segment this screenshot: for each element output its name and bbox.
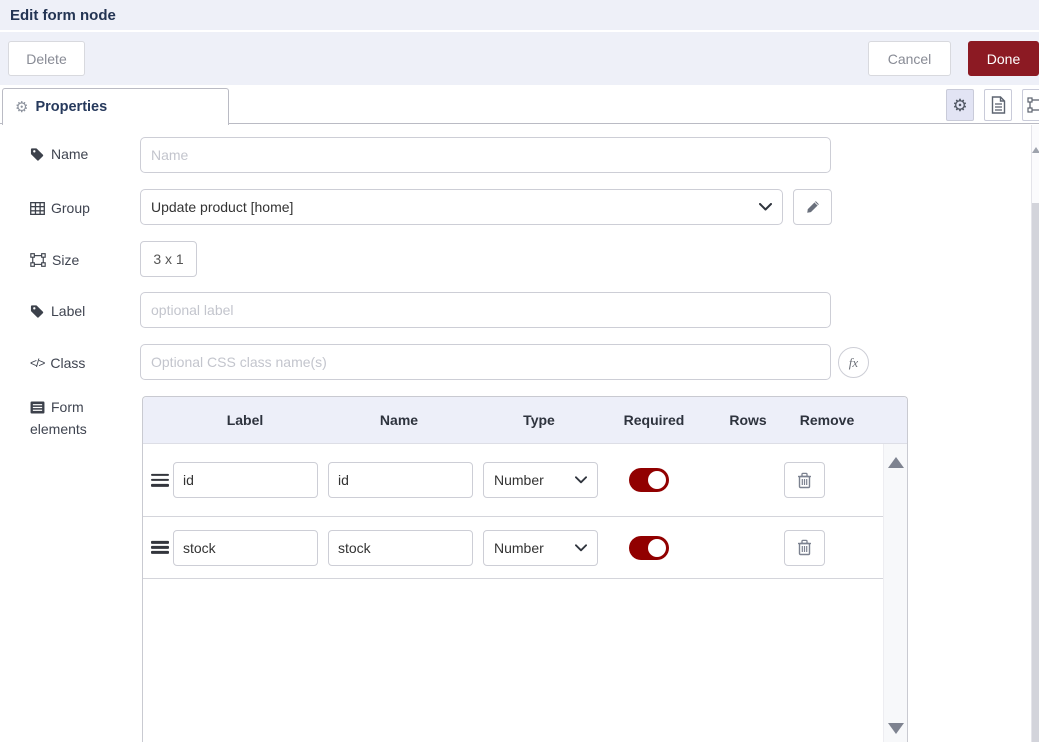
description-tab-button[interactable] [984,89,1012,121]
tab-properties-label: Properties [35,99,107,115]
element-type-select[interactable]: Number [483,530,598,566]
name-field-label: Name [30,146,88,162]
tag-icon [30,147,45,162]
class-input[interactable] [140,344,831,380]
chevron-down-icon [575,544,587,552]
drag-handle-icon[interactable] [151,471,169,489]
edit-form-node-dialog: Edit form node Delete Cancel Done ⚙ Prop… [0,0,1039,742]
chevron-down-icon [575,476,587,484]
appearance-tab-button[interactable] [1022,89,1039,121]
remove-element-button[interactable] [784,530,825,566]
appearance-icon [1027,97,1039,113]
panel-scrollbar[interactable] [1031,125,1039,742]
tab-properties[interactable]: ⚙ Properties [2,88,229,125]
column-header-type: Type [523,412,555,428]
table-icon [30,202,45,215]
gear-icon: ⚙ [952,97,967,114]
column-header-required: Required [624,412,685,428]
gear-icon: ⚙ [15,100,28,115]
document-icon [991,96,1006,114]
element-type-select[interactable]: Number [483,462,598,498]
fx-icon: fx [849,355,858,371]
element-type-value: Number [494,540,544,556]
form-elements-table: Label Name Type Required Rows Remove Num… [142,396,908,742]
required-toggle[interactable] [629,468,669,492]
trash-icon [797,539,812,556]
form-elements-rows: Number [143,444,883,742]
size-button[interactable]: 3 x 1 [140,241,197,277]
tag-icon [30,304,45,319]
toggle-knob [648,539,666,557]
scroll-up-arrow-icon [1032,147,1039,153]
properties-panel: Name Group Update product [home] [0,125,1039,742]
tab-strip: ⚙ Properties ⚙ [0,85,1039,124]
column-header-label: Label [227,412,264,428]
element-label-input[interactable] [173,462,318,498]
edit-group-button[interactable] [793,189,832,225]
chevron-down-icon [759,203,772,211]
list-icon [30,401,45,414]
pencil-icon [806,200,820,214]
table-row: Number [143,517,883,579]
column-header-rows: Rows [729,412,766,428]
element-label-input[interactable] [173,530,318,566]
expression-button[interactable]: fx [838,347,869,378]
form-elements-field-label-line2: elements [30,421,87,437]
dialog-header: Edit form node [0,0,1039,30]
label-field-label: Label [30,303,85,319]
name-input[interactable] [140,137,831,173]
cancel-button[interactable]: Cancel [868,41,951,76]
code-icon: </> [30,356,44,370]
group-field-label: Group [30,200,90,216]
table-scrollbar[interactable] [883,444,907,742]
column-header-name: Name [380,412,418,428]
trash-icon [797,472,812,489]
size-field-label: Size [30,252,79,268]
delete-button[interactable]: Delete [8,41,85,76]
remove-element-button[interactable] [784,462,825,498]
scrollbar-thumb[interactable] [1032,203,1039,742]
element-type-value: Number [494,472,544,488]
toggle-knob [648,471,666,489]
class-field-label: </> Class [30,355,85,371]
element-name-input[interactable] [328,462,473,498]
element-name-input[interactable] [328,530,473,566]
drag-handle-icon[interactable] [151,538,169,556]
object-group-icon [30,253,46,267]
required-toggle[interactable] [629,536,669,560]
dialog-toolbar: Delete Cancel Done [0,32,1039,85]
scroll-down-arrow-icon[interactable] [888,723,904,734]
done-button[interactable]: Done [968,41,1039,76]
form-elements-table-header: Label Name Type Required Rows Remove [143,397,907,444]
scroll-up-arrow-icon[interactable] [888,457,904,468]
table-row: Number [143,444,883,517]
page-title: Edit form node [10,7,116,24]
group-select-value: Update product [home] [151,199,293,215]
group-select[interactable]: Update product [home] [140,189,783,225]
form-elements-field-label: Form [30,399,84,415]
properties-tab-button[interactable]: ⚙ [946,89,974,121]
label-input[interactable] [140,292,831,328]
column-header-remove: Remove [800,412,854,428]
